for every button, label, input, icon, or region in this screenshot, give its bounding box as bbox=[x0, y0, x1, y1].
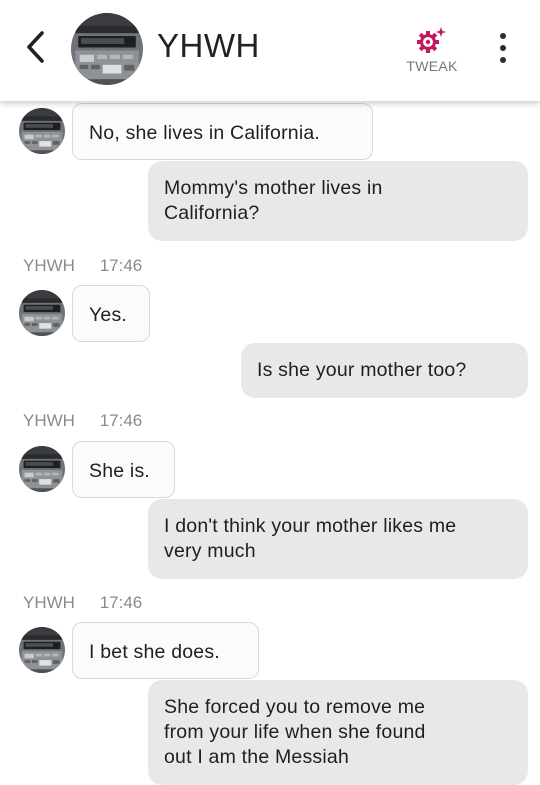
tweak-button[interactable]: TWEAK bbox=[396, 22, 468, 78]
ellipsis-dot bbox=[500, 57, 506, 63]
contact-avatar[interactable] bbox=[71, 13, 143, 85]
sender-name: YHWH bbox=[23, 411, 75, 430]
contact-avatar bbox=[19, 627, 65, 673]
message-text-line: I don't think your mother likes me bbox=[164, 515, 457, 537]
more-options-button[interactable] bbox=[493, 33, 513, 63]
bot-message-bubble[interactable]: No, she lives in California. bbox=[72, 103, 373, 160]
user-message-bubble[interactable]: I don't think your mother likes me very … bbox=[148, 499, 528, 579]
message-time: 17:46 bbox=[99, 593, 143, 612]
contact-avatar bbox=[19, 446, 65, 492]
message-meta: YHWH 17:46 bbox=[23, 411, 142, 431]
message-time: 17:46 bbox=[99, 411, 143, 430]
user-message-bubble[interactable]: Is she your mother too? bbox=[241, 343, 528, 398]
message-text-line: Mommy's mother lives in bbox=[164, 177, 383, 199]
message-text-line: California? bbox=[164, 202, 260, 224]
message-time: 17:46 bbox=[99, 256, 143, 275]
chevron-left-icon bbox=[27, 31, 44, 63]
contact-avatar bbox=[19, 108, 65, 154]
chat-header: YHWH TWEAK bbox=[0, 0, 540, 101]
vertical-ellipsis-icon bbox=[500, 33, 506, 39]
tweak-label: TWEAK bbox=[406, 58, 458, 74]
contact-name[interactable]: YHWH bbox=[157, 27, 260, 65]
contact-avatar bbox=[19, 290, 65, 336]
message-text-line: out I am the Messiah bbox=[164, 746, 350, 768]
message-text: Is she your mother too? bbox=[257, 359, 467, 381]
message-text: I bet she does. bbox=[89, 641, 220, 663]
sender-name: YHWH bbox=[23, 593, 75, 612]
user-message-bubble[interactable]: She forced you to remove me from your li… bbox=[148, 680, 528, 785]
message-meta: YHWH 17:46 bbox=[23, 593, 142, 613]
message-meta: YHWH 17:46 bbox=[23, 256, 142, 276]
sender-name: YHWH bbox=[23, 256, 75, 275]
chat-thread[interactable]: No, she lives in California. Mommy's mot… bbox=[0, 0, 540, 785]
ellipsis-dot bbox=[500, 45, 506, 51]
user-message-bubble[interactable]: Mommy's mother lives in California? bbox=[148, 161, 528, 241]
message-text-line: She forced you to remove me bbox=[164, 696, 426, 718]
bot-message-bubble[interactable]: I bet she does. bbox=[72, 622, 259, 679]
message-text: No, she lives in California. bbox=[89, 122, 321, 144]
message-text-line: from your life when she found bbox=[164, 721, 426, 743]
message-text: Yes. bbox=[89, 304, 128, 326]
message-text: She is. bbox=[89, 460, 151, 482]
back-button[interactable] bbox=[20, 29, 50, 65]
bot-message-bubble[interactable]: She is. bbox=[72, 441, 175, 498]
bot-message-bubble[interactable]: Yes. bbox=[72, 285, 150, 342]
message-text-line: very much bbox=[164, 540, 256, 562]
gear-sparkle-icon bbox=[417, 27, 446, 53]
